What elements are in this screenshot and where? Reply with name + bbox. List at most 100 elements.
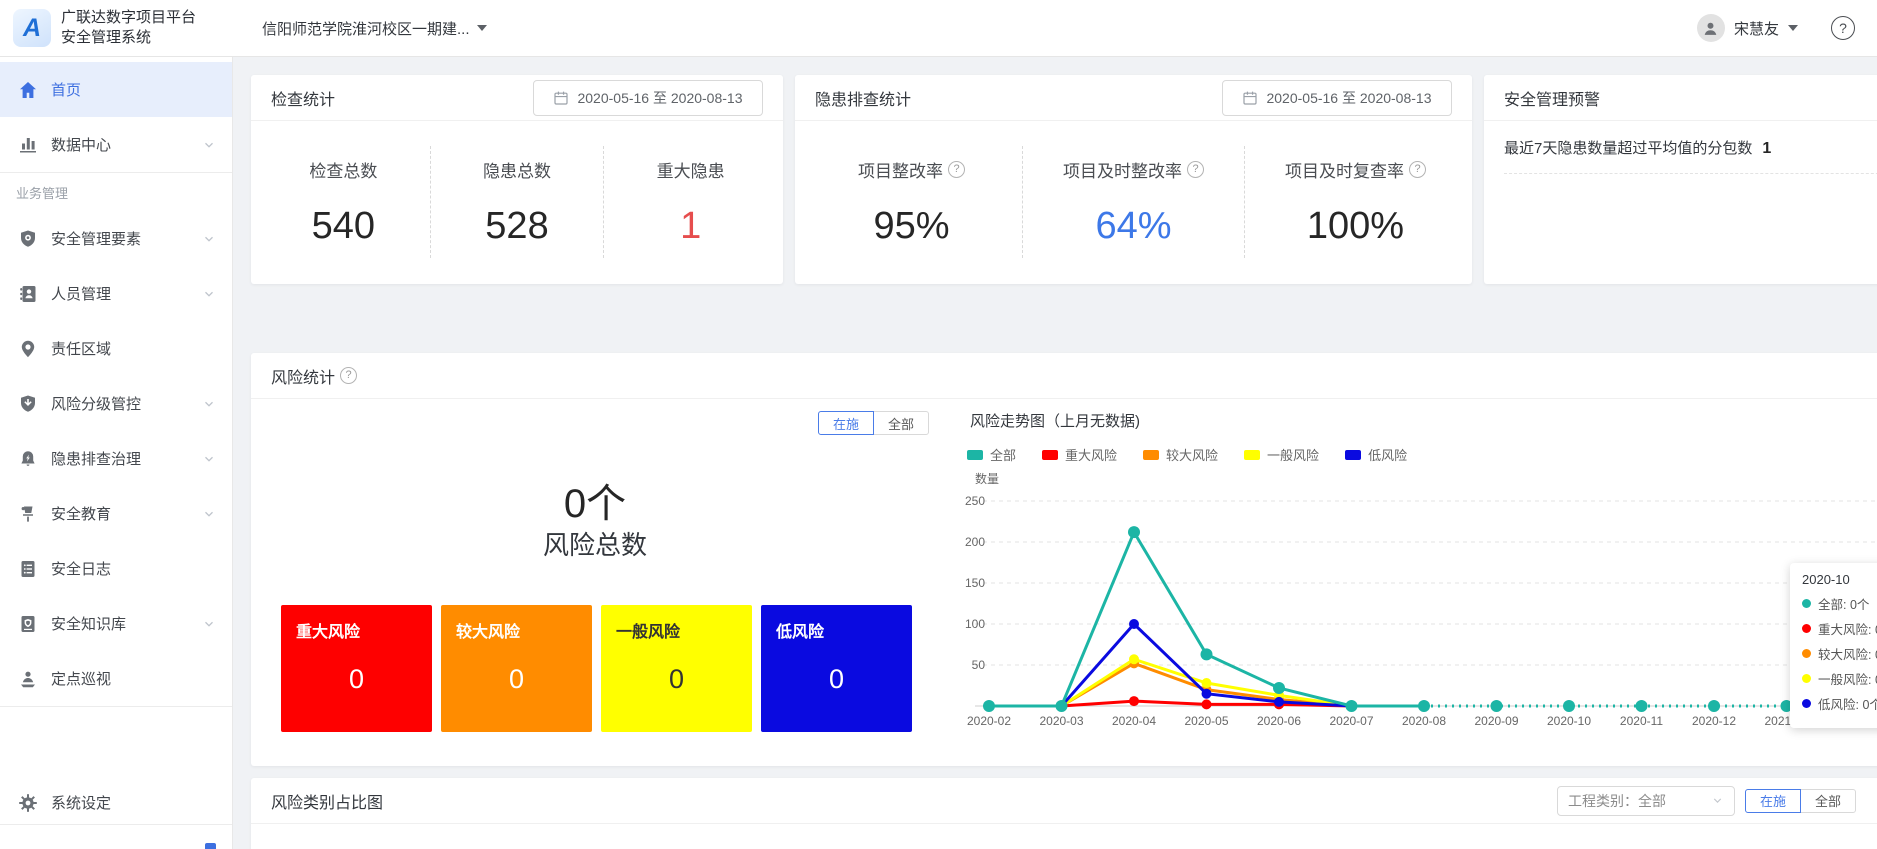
risk-box-label: 较大风险 xyxy=(456,618,577,642)
sidebar-divider xyxy=(0,706,232,707)
risk-box-value: 0 xyxy=(616,664,737,695)
user-caret-down-icon[interactable] xyxy=(1788,25,1798,31)
sidebar-item-label: 数据中心 xyxy=(51,134,202,155)
sidebar-item-risk-control[interactable]: 风险分级管控 xyxy=(0,376,232,431)
risk-stats-card: 风险统计 在施 全部 风险走势图（上月无数据) 全部 重大风险 较大风险 一般风… xyxy=(251,353,1877,766)
risk-box-major: 重大风险 0 xyxy=(281,605,432,732)
user-name[interactable]: 宋慧友 xyxy=(1734,18,1779,39)
tooltip-title: 2020-10 xyxy=(1802,572,1877,587)
top-header: A 广联达数字项目平台 安全管理系统 信阳师范学院淮河校区一期建... 宋慧友 xyxy=(0,0,1877,57)
legend-item-major[interactable]: 重大风险 xyxy=(1042,445,1117,464)
toggle-all[interactable]: 全部 xyxy=(1800,789,1856,813)
svg-text:2020-11: 2020-11 xyxy=(1620,714,1663,728)
warning-message-row: 最近7天隐患数量超过平均值的分包数 1 xyxy=(1484,121,1877,173)
sidebar-item-knowledge-base[interactable]: 安全知识库 xyxy=(0,596,232,651)
sidebar-divider xyxy=(0,824,232,825)
legend-item-low[interactable]: 低风险 xyxy=(1345,445,1407,464)
sidebar-item-data-center[interactable]: 数据中心 xyxy=(0,117,232,172)
warning-card-header: 安全管理预警 xyxy=(1484,75,1877,121)
toggle-in-construction[interactable]: 在施 xyxy=(1745,789,1801,813)
location-pin-icon xyxy=(18,339,38,359)
sidebar-bottom-indicator[interactable] xyxy=(205,843,216,849)
sidebar-item-safety-education[interactable]: 安全教育 xyxy=(0,486,232,541)
legend-item-significant[interactable]: 较大风险 xyxy=(1143,445,1218,464)
chevron-down-icon xyxy=(202,287,216,301)
sidebar-item-label: 安全管理要素 xyxy=(51,228,202,249)
inspection-date-range-picker[interactable]: 2020-05-16 至 2020-08-13 xyxy=(533,80,763,116)
alarm-bolt-icon xyxy=(18,449,38,469)
hazard-date-range-picker[interactable]: 2020-05-16 至 2020-08-13 xyxy=(1222,80,1452,116)
stat-value: 64% xyxy=(1095,205,1171,248)
chart-legend: 全部 重大风险 较大风险 一般风险 低风险 xyxy=(967,445,1407,464)
tooltip-dot xyxy=(1802,599,1811,608)
person-icon xyxy=(1702,20,1719,37)
risk-category-card: 风险类别占比图 工程类别：全部 在施 全部 xyxy=(251,778,1877,849)
trend-chart-title: 风险走势图（上月无数据) xyxy=(970,410,1140,431)
inspection-card-header: 检查统计 2020-05-16 至 2020-08-13 xyxy=(251,75,783,121)
sidebar-item-hazard-management[interactable]: 隐患排查治理 xyxy=(0,431,232,486)
risk-card-header: 风险统计 xyxy=(251,353,1877,399)
project-type-dropdown[interactable]: 工程类别：全部 xyxy=(1557,786,1735,816)
tooltip-row: 重大风险: 0个 xyxy=(1802,619,1877,638)
legend-swatch xyxy=(1244,450,1260,460)
sidebar-item-responsibility-area[interactable]: 责任区域 xyxy=(0,321,232,376)
user-avatar[interactable] xyxy=(1697,14,1725,42)
logo-letter: A xyxy=(23,14,41,43)
sidebar-item-safety-log[interactable]: 安全日志 xyxy=(0,541,232,596)
svg-text:2020-08: 2020-08 xyxy=(1402,714,1446,728)
stat-timely-rectification-rate: 项目及时整改率 64% xyxy=(1023,157,1244,248)
shield-arrow-icon xyxy=(18,394,38,414)
question-circle-icon[interactable] xyxy=(1409,161,1426,178)
tooltip-dot xyxy=(1802,649,1811,658)
toggle-all[interactable]: 全部 xyxy=(873,411,929,435)
risk-trend-line-chart[interactable]: 50100150200250数量2020-022020-032020-04202… xyxy=(951,469,1877,749)
sidebar-item-label: 人员管理 xyxy=(51,283,202,304)
stat-value: 1 xyxy=(680,205,701,248)
chevron-down-icon xyxy=(1711,794,1724,807)
stat-timely-review-rate: 项目及时复查率 100% xyxy=(1245,157,1466,248)
help-icon[interactable] xyxy=(1831,16,1855,40)
legend-item-all[interactable]: 全部 xyxy=(967,445,1016,464)
sidebar-item-label: 定点巡视 xyxy=(51,668,216,689)
sidebar-item-label: 安全知识库 xyxy=(51,613,202,634)
toggle-in-construction[interactable]: 在施 xyxy=(818,411,874,435)
tooltip-dot xyxy=(1802,699,1811,708)
question-circle-icon[interactable] xyxy=(340,367,357,384)
app-title-line1: 广联达数字项目平台 xyxy=(61,8,196,28)
risk-card-title: 风险统计 xyxy=(271,364,335,388)
stat-label: 重大隐患 xyxy=(657,157,725,182)
hazard-card-title: 隐患排查统计 xyxy=(815,86,911,110)
app-root: A 广联达数字项目平台 安全管理系统 信阳师范学院淮河校区一期建... 宋慧友 … xyxy=(0,0,1877,849)
calendar-icon xyxy=(1242,90,1258,106)
question-circle-icon[interactable] xyxy=(1187,161,1204,178)
risk-box-label: 低风险 xyxy=(776,618,897,642)
safety-warning-card: 安全管理预警 最近7天隐患数量超过平均值的分包数 1 xyxy=(1484,75,1877,284)
hazard-card-header: 隐患排查统计 2020-05-16 至 2020-08-13 xyxy=(795,75,1472,121)
stat-value: 100% xyxy=(1307,205,1404,248)
stat-major-hazards: 重大隐患 1 xyxy=(604,157,777,248)
legend-item-general[interactable]: 一般风险 xyxy=(1244,445,1319,464)
risk-box-value: 0 xyxy=(296,664,417,695)
person-pin-icon xyxy=(18,669,38,689)
sidebar-item-personnel[interactable]: 人员管理 xyxy=(0,266,232,321)
tooltip-dot xyxy=(1802,624,1811,633)
sidebar-item-fixed-patrol[interactable]: 定点巡视 xyxy=(0,651,232,706)
category-status-toggle: 在施 全部 xyxy=(1745,789,1856,813)
app-title: 广联达数字项目平台 安全管理系统 xyxy=(61,8,196,49)
sidebar-item-home[interactable]: 首页 xyxy=(0,62,232,117)
caret-down-icon xyxy=(477,25,487,31)
risk-category-title: 风险类别占比图 xyxy=(271,789,383,813)
sidebar-item-system-settings[interactable]: 系统设定 xyxy=(0,781,232,824)
stat-value: 95% xyxy=(873,205,949,248)
question-circle-icon[interactable] xyxy=(948,161,965,178)
book-shield-icon xyxy=(18,614,38,634)
project-selector[interactable]: 信阳师范学院淮河校区一期建... xyxy=(262,18,487,39)
sidebar-item-label: 安全教育 xyxy=(51,503,202,524)
podium-icon xyxy=(18,504,38,524)
stat-label: 隐患总数 xyxy=(483,157,551,182)
sidebar-item-safety-elements[interactable]: 安全管理要素 xyxy=(0,211,232,266)
tooltip-row: 低风险: 0个 xyxy=(1802,694,1877,713)
svg-text:250: 250 xyxy=(965,494,985,508)
svg-text:2020-03: 2020-03 xyxy=(1039,714,1083,728)
sidebar-item-label: 责任区域 xyxy=(51,338,216,359)
